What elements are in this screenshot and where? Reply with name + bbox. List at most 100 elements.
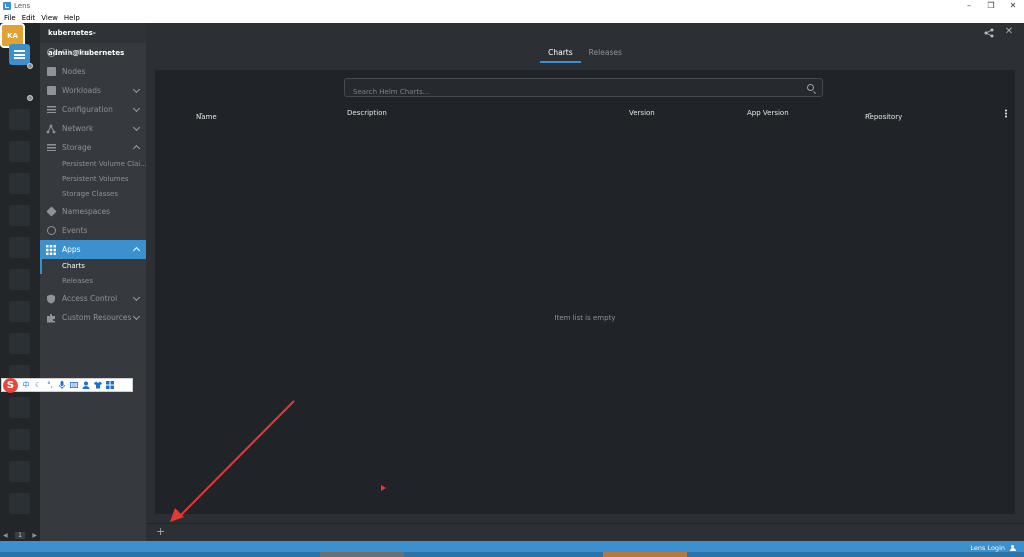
sidebar-item-label: Storage [62,143,92,152]
sidebar-subitem-storage-classes[interactable]: Storage Classes [40,187,146,202]
sidebar-item-label: Workloads [62,86,101,95]
tab-charts[interactable]: Charts [540,43,581,63]
user-icon [1009,544,1016,552]
grid-icon[interactable] [106,381,114,389]
sidebar-item-events[interactable]: Events [40,221,146,240]
user-icon[interactable] [82,381,90,389]
gear-icon [27,63,33,69]
sidebar-subitem-charts[interactable]: Charts [40,259,146,274]
search-input[interactable] [345,83,822,101]
hotbar-empty-slot[interactable] [9,173,30,194]
sidebar-item-workloads[interactable]: Workloads [40,81,146,100]
hotbar-empty-slot[interactable] [9,333,30,354]
chevron-down-icon [132,85,141,94]
hotbar-pager: ◀ 1 ▶ [0,529,40,541]
events-icon [46,226,56,236]
menu-file[interactable]: File [4,14,16,22]
hotbar-empty-slot[interactable] [9,237,30,258]
hotbar-empty-slot[interactable] [9,269,30,290]
hotbar-prev-button[interactable]: ◀ [3,532,8,539]
column-header-app-version[interactable]: App Version [747,109,789,117]
add-dock-tab-button[interactable]: + [156,526,165,538]
sort-caret-icon [868,113,872,115]
hotbar-empty-slot[interactable] [9,493,30,514]
close-window-button[interactable]: ✕ [1002,0,1024,12]
sidebar-item-label: Events [62,226,88,235]
hotbar-empty-slot[interactable] [9,461,30,482]
punctuation-icon[interactable]: °, [46,381,54,389]
network-icon [46,124,56,134]
sidebar-item-namespaces[interactable]: Namespaces [40,202,146,221]
sidebar-subitem-releases[interactable]: Releases [40,274,146,289]
tab-bar: Charts Releases [146,43,1024,63]
ime-logo[interactable]: S [3,378,18,393]
column-menu-icon[interactable] [1005,109,1007,118]
sidebar-item-cluster[interactable]: Cluster [40,43,146,62]
cluster-status-icon [27,95,33,101]
custom-resources-icon [46,313,56,323]
sidebar-item-access-control[interactable]: Access Control [40,289,146,308]
access-control-icon [46,294,56,304]
menu-help[interactable]: Help [64,14,80,22]
tab-releases[interactable]: Releases [581,43,630,63]
hotbar-empty-slot[interactable] [9,397,30,418]
empty-list-message: Item list is empty [554,314,616,322]
minimize-button[interactable]: – [958,0,980,12]
sidebar-item-nodes[interactable]: Nodes [40,62,146,81]
column-header-description[interactable]: Description [347,109,387,117]
search-box [344,78,823,101]
dock-bar: + [146,523,1024,541]
close-icon[interactable]: ✕ [1003,26,1015,38]
taskbar-item[interactable] [603,552,687,557]
cluster-name: kubernetes-admin@kubernetes [40,23,146,57]
storage-icon [46,143,56,153]
lens-login-button[interactable]: Lens Login [970,544,1016,552]
hotbar-empty-slot[interactable] [9,141,30,162]
mic-icon[interactable] [58,381,66,389]
maximize-button[interactable]: ❐ [980,0,1002,12]
column-header-version[interactable]: Version [629,109,655,117]
taskbar-item[interactable] [320,552,404,557]
window-titlebar: Lens – ❐ ✕ [0,0,1024,12]
sort-caret-icon [199,113,203,115]
sidebar-subitem-persistent-volumes[interactable]: Persistent Volumes [40,172,146,187]
sidebar-item-label: Namespaces [62,207,111,216]
share-icon[interactable] [984,28,994,38]
sidebar-item-storage[interactable]: Storage [40,138,146,157]
sidebar-item-label: Cluster [62,48,89,57]
sidebar-item-configuration[interactable]: Configuration [40,100,146,119]
catalog-icon [14,50,25,59]
sidebar-item-label: Access Control [62,294,118,303]
nodes-icon [46,67,56,77]
chevron-up-icon [132,246,141,255]
hotbar-empty-slot[interactable] [9,205,30,226]
hotbar-page-number: 1 [15,531,25,539]
menu-bar: File Edit View Help [0,12,1024,23]
lens-app-icon [3,2,11,10]
sidebar-item-apps[interactable]: Apps [40,240,146,259]
hotbar-empty-slot[interactable] [9,429,30,450]
hotbar: KA ◀ 1 ▶ [0,23,40,541]
chevron-down-icon [132,104,141,113]
sidebar-item-label: Network [62,124,94,133]
ime-mode-toggle[interactable]: 中 [22,381,30,389]
menu-edit[interactable]: Edit [22,14,36,22]
catalog-home-button[interactable] [9,44,30,65]
sidebar-item-network[interactable]: Network [40,119,146,138]
sidebar-item-custom-resources[interactable]: Custom Resources [40,308,146,327]
table-header: Name Description Version App Version Rep… [155,105,1015,122]
hotbar-next-button[interactable]: ▶ [32,532,37,539]
sidebar-item-label: Custom Resources [62,313,132,322]
keyboard-icon[interactable] [70,381,78,389]
menu-view[interactable]: View [41,14,58,22]
main-topbar: ✕ [146,23,1024,43]
cluster-icon [46,48,56,58]
os-taskbar-strip [0,552,1024,557]
hotbar-empty-slot[interactable] [9,109,30,130]
hotbar-empty-slot[interactable] [9,301,30,322]
shirt-icon[interactable] [94,381,102,389]
sidebar: kubernetes-admin@kubernetes Cluster Node… [40,23,146,541]
workloads-icon [46,86,56,96]
moon-icon[interactable]: ☾ [34,381,42,389]
sidebar-subitem-persistent-volume-claims[interactable]: Persistent Volume Clai... [40,157,146,172]
